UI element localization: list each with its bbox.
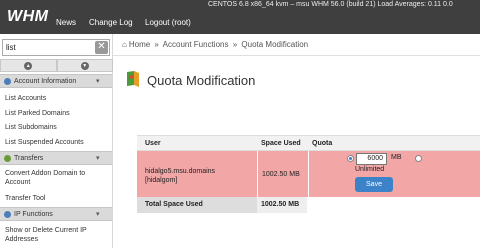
nav-change-log[interactable]: Change Log bbox=[89, 18, 133, 27]
sidebar-item-list-parked-domains[interactable]: List Parked Domains bbox=[5, 109, 109, 118]
header-label: Quota bbox=[312, 140, 333, 147]
expand-all-button[interactable]: ▲ bbox=[0, 59, 57, 72]
expand-collapse-row: ▲ ▼ bbox=[0, 59, 113, 72]
sidebar-item-convert-addon-domain[interactable]: Convert Addon Domain to Account bbox=[5, 169, 109, 187]
top-bar: WHM News Change Log Logout (root) CENTOS… bbox=[0, 0, 480, 34]
collapse-arrow-icon: ▾ bbox=[96, 155, 100, 162]
total-label-cell: Total Space Used bbox=[137, 197, 257, 213]
category-transfers[interactable]: Transfers ▾ bbox=[0, 151, 112, 165]
quota-input[interactable]: 6000 bbox=[356, 153, 387, 165]
breadcrumb-home[interactable]: Home bbox=[129, 40, 150, 49]
home-icon: ⌂ bbox=[122, 40, 127, 49]
breadcrumb-current: Quota Modification bbox=[241, 40, 309, 49]
system-info: CENTOS 6.8 x86_64 kvm – msu WHM 56.0 (bu… bbox=[208, 1, 453, 8]
whm-app: WHM News Change Log Logout (root) CENTOS… bbox=[0, 0, 480, 248]
quota-icon bbox=[127, 71, 139, 87]
transfers-icon bbox=[4, 155, 11, 162]
account-info-icon bbox=[4, 78, 11, 85]
category-label: IP Functions bbox=[14, 211, 53, 218]
whm-logo[interactable]: WHM bbox=[7, 8, 48, 26]
quota-unlimited-radio[interactable] bbox=[415, 155, 422, 162]
user-name: [hidalgom] bbox=[145, 177, 178, 184]
category-account-information[interactable]: Account Information ▾ bbox=[0, 74, 112, 88]
column-header-space-used: Space Used bbox=[257, 135, 308, 151]
save-button[interactable]: Save bbox=[355, 177, 393, 192]
user-cell: hidalgo5.msu.domains [hidalgom] bbox=[145, 167, 215, 185]
ip-functions-icon bbox=[4, 211, 11, 218]
search-input[interactable] bbox=[2, 39, 110, 56]
quota-unit: MB bbox=[391, 154, 402, 161]
collapse-arrow-icon: ▾ bbox=[96, 78, 100, 85]
main-content: ⌂ Home » Account Functions » Quota Modifi… bbox=[113, 34, 480, 248]
breadcrumb-separator: » bbox=[232, 40, 238, 49]
sidebar-search: ✕ bbox=[0, 39, 113, 57]
collapse-all-button[interactable]: ▼ bbox=[56, 59, 113, 72]
total-row: Total Space Used 1002.50 MB bbox=[137, 197, 480, 213]
breadcrumb: ⌂ Home » Account Functions » Quota Modifi… bbox=[113, 40, 480, 56]
category-label: Transfers bbox=[14, 155, 44, 162]
chevron-up-icon: ▲ bbox=[24, 61, 33, 70]
page-title: Quota Modification bbox=[147, 73, 256, 88]
sidebar-item-list-accounts[interactable]: List Accounts bbox=[5, 94, 109, 103]
table-row: hidalgo5.msu.domains [hidalgom] 1002.50 … bbox=[137, 151, 480, 197]
category-label: Account Information bbox=[14, 78, 77, 85]
total-value-cell: 1002.50 MB bbox=[257, 197, 307, 213]
quota-limited-radio[interactable] bbox=[347, 155, 354, 162]
chevron-down-icon: ▼ bbox=[80, 61, 89, 70]
total-label: Total Space Used bbox=[145, 201, 203, 208]
sidebar-item-transfer-tool[interactable]: Transfer Tool bbox=[5, 194, 109, 203]
breadcrumb-separator: » bbox=[154, 40, 159, 49]
cell-divider bbox=[257, 151, 258, 197]
header-label: User bbox=[145, 140, 161, 147]
sidebar-item-list-suspended-accounts[interactable]: List Suspended Accounts bbox=[5, 138, 109, 147]
nav-logout[interactable]: Logout (root) bbox=[145, 18, 191, 27]
header-label: Space Used bbox=[261, 140, 301, 147]
category-ip-functions[interactable]: IP Functions ▾ bbox=[0, 207, 112, 221]
sidebar: ✕ ▲ ▼ Account Information ▾ List Account… bbox=[0, 34, 113, 248]
space-used-cell: 1002.50 MB bbox=[262, 171, 300, 178]
unlimited-label: Unlimited bbox=[355, 166, 385, 173]
cell-divider bbox=[308, 151, 309, 197]
breadcrumb-section[interactable]: Account Functions bbox=[163, 40, 229, 49]
sidebar-item-show-delete-ip[interactable]: Show or Delete Current IP Addresses bbox=[5, 226, 109, 244]
clear-search-icon[interactable]: ✕ bbox=[95, 41, 108, 54]
sidebar-item-list-subdomains[interactable]: List Subdomains bbox=[5, 123, 109, 132]
collapse-arrow-icon: ▾ bbox=[96, 211, 100, 218]
user-domain: hidalgo5.msu.domains bbox=[145, 168, 216, 175]
column-header-user: User bbox=[137, 135, 257, 151]
total-value: 1002.50 MB bbox=[261, 201, 300, 208]
nav-news[interactable]: News bbox=[56, 18, 76, 27]
column-header-quota: Quota bbox=[308, 135, 480, 151]
